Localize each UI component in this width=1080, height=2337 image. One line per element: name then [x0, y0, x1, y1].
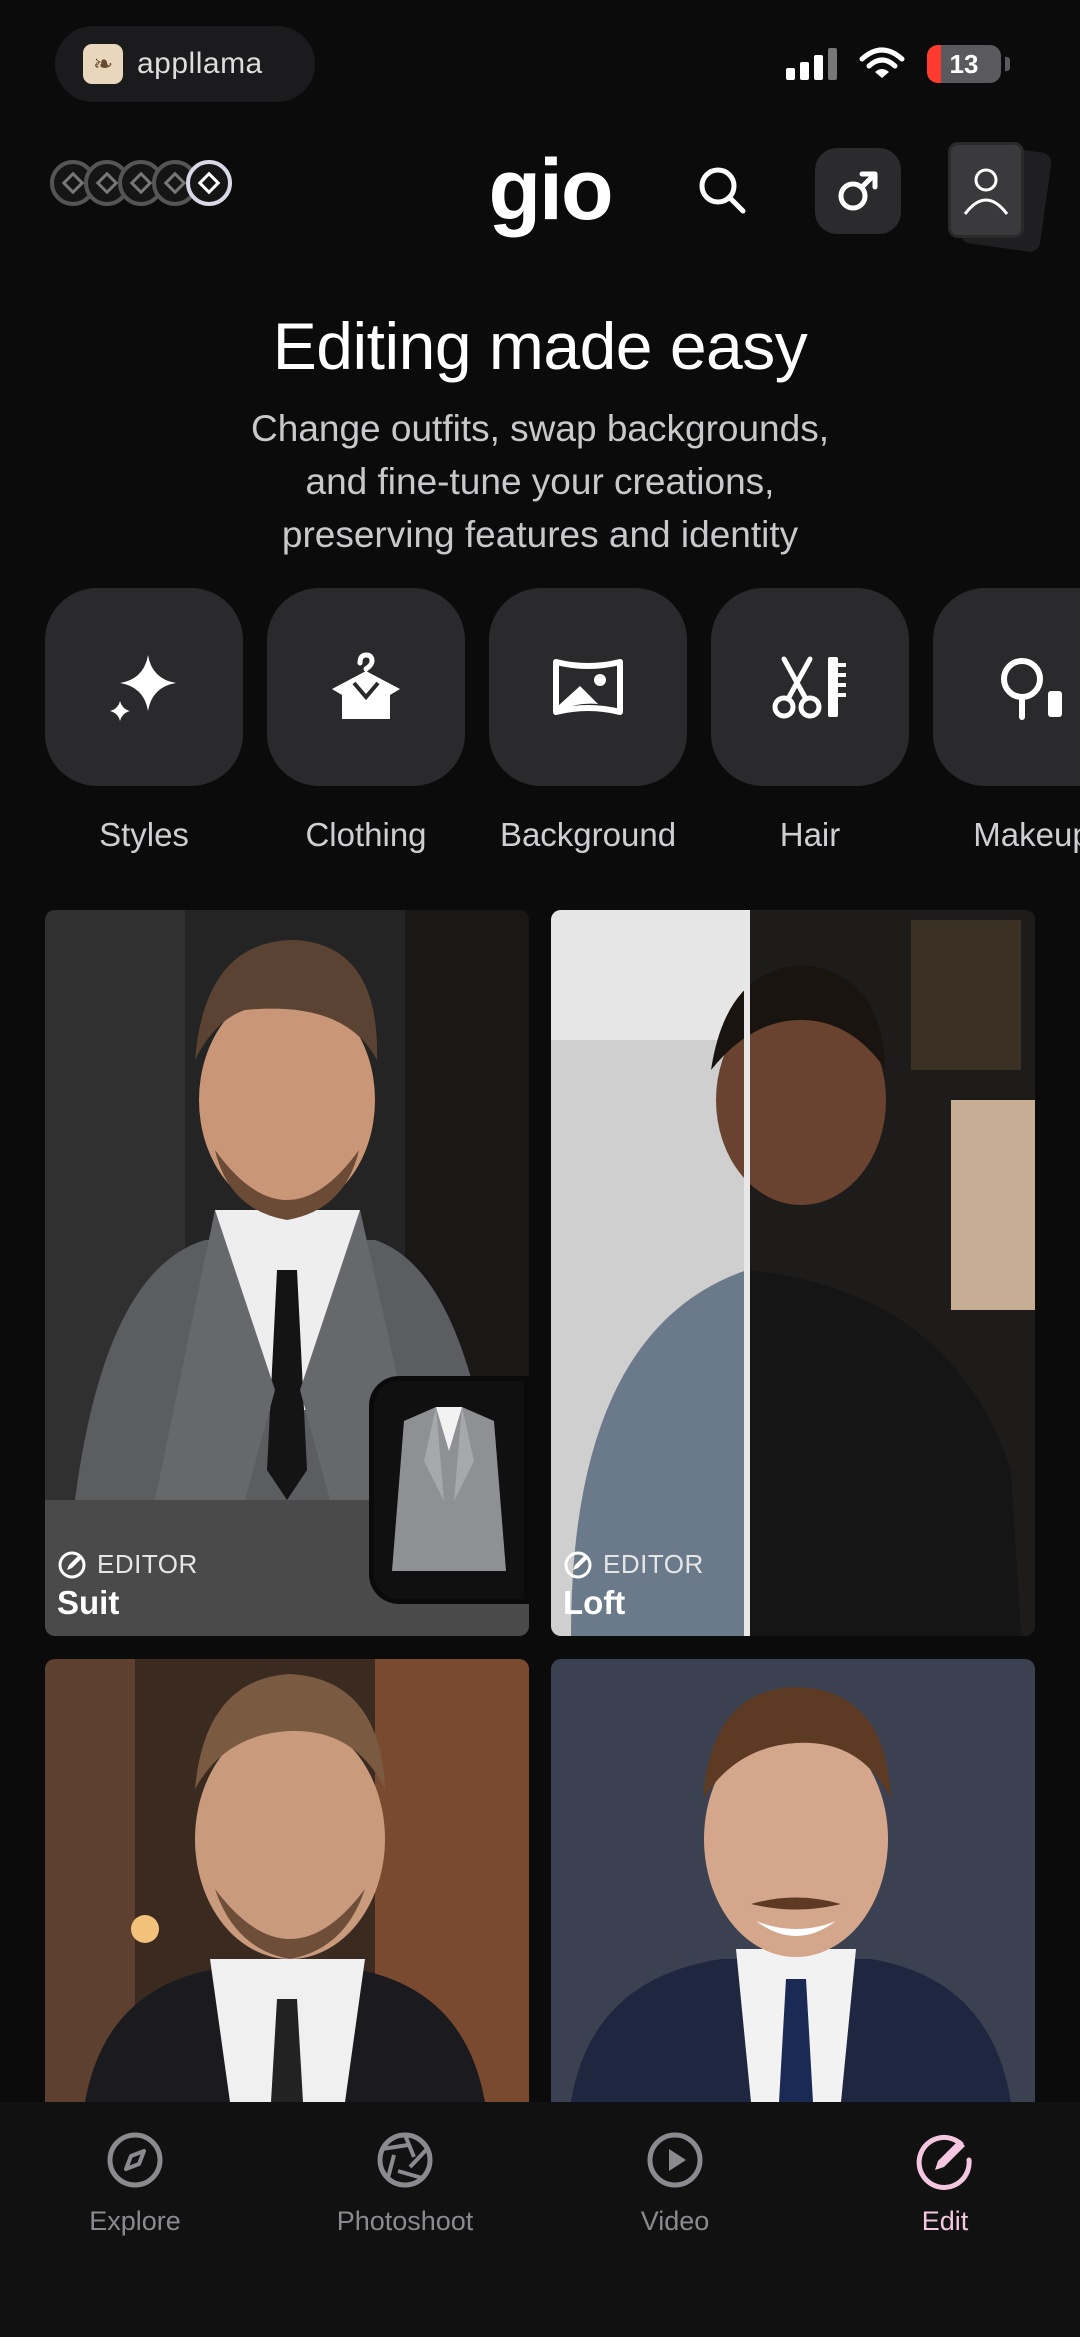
category-label: Styles	[99, 816, 189, 853]
profile-avatar-icon	[963, 168, 1009, 215]
category-makeup[interactable]: Makeup	[933, 588, 1080, 854]
battery-level: 13	[949, 48, 979, 79]
male-symbol-icon	[838, 171, 878, 211]
battery-tip	[1005, 57, 1010, 71]
nav-label: Explore	[89, 2206, 181, 2236]
gender-toggle-button[interactable]	[815, 148, 901, 234]
profile-button[interactable]	[948, 142, 1024, 238]
subtitle-line: preserving features and identity	[281, 514, 799, 555]
card-badge: EDITOR	[57, 1549, 198, 1580]
category-tile	[933, 588, 1080, 786]
nav-edit[interactable]: Edit	[810, 2102, 1080, 2337]
edit-pencil-icon	[58, 1551, 86, 1578]
category-hair[interactable]: Hair	[711, 588, 909, 854]
nav-label: Edit	[921, 2206, 969, 2236]
page-title: Editing made easy	[272, 309, 808, 383]
category-tile	[267, 588, 465, 786]
play-circle-icon	[647, 2132, 703, 2188]
nav-label: Video	[640, 2206, 710, 2236]
hanger-shirt-icon	[332, 652, 400, 719]
page-subtitle: Change outfits, swap backgrounds, and fi…	[120, 402, 960, 561]
portrait-preview-image	[45, 1659, 529, 2102]
category-row: Styles Clothing Background Hair Makeup	[45, 588, 1080, 854]
credits-indicator[interactable]	[50, 160, 232, 206]
cellular-signal-icon	[786, 48, 837, 80]
category-tile	[711, 588, 909, 786]
landscape-image-icon	[553, 659, 623, 715]
card-label: EDITOR Loft	[563, 1549, 704, 1622]
subtitle-line: and fine-tune your creations,	[305, 461, 775, 502]
compass-icon	[107, 2132, 163, 2188]
battery-indicator: 13	[927, 45, 1001, 83]
card-label: EDITOR Suit	[57, 1549, 198, 1622]
llama-logo-icon: ❧	[83, 44, 123, 84]
nav-photoshoot[interactable]: Photoshoot	[270, 2102, 540, 2337]
subtitle-line: Change outfits, swap backgrounds,	[251, 408, 829, 449]
sparkles-icon	[110, 655, 176, 721]
card-title: Loft	[563, 1584, 626, 1621]
portrait-preview-image	[551, 1659, 1035, 2102]
category-background[interactable]: Background	[489, 588, 687, 854]
edit-pencil-icon	[916, 2135, 972, 2190]
category-clothing[interactable]: Clothing	[267, 588, 465, 854]
app-switch-pill[interactable]: ❧ appllama	[55, 26, 315, 102]
card-badge: EDITOR	[563, 1549, 704, 1580]
edit-card[interactable]	[551, 1659, 1035, 2102]
category-label: Background	[499, 816, 677, 853]
category-label: Clothing	[305, 816, 427, 853]
edit-card-loft[interactable]: EDITOR Loft	[551, 910, 1035, 1636]
nav-explore[interactable]: Explore	[0, 2102, 270, 2337]
loft-preview-image	[551, 910, 1035, 1636]
credit-coin-icon	[186, 160, 232, 206]
brand-logo: gio	[488, 142, 614, 238]
search-icon	[699, 167, 746, 214]
edit-pencil-icon	[564, 1551, 592, 1578]
card-title: Suit	[57, 1584, 120, 1621]
search-button[interactable]	[690, 158, 754, 222]
makeup-icon	[1001, 658, 1062, 720]
category-label: Hair	[779, 816, 841, 853]
card-badge-text: EDITOR	[603, 1549, 704, 1579]
bottom-navigation: Explore Photoshoot Video Edit	[0, 2102, 1080, 2337]
category-tile	[489, 588, 687, 786]
card-badge-text: EDITOR	[97, 1549, 198, 1579]
category-label: Makeup	[973, 816, 1080, 853]
category-tile	[45, 588, 243, 786]
nav-label: Photoshoot	[336, 2206, 474, 2236]
aperture-icon	[377, 2132, 433, 2188]
wifi-icon	[859, 47, 905, 78]
edit-card-suit[interactable]: EDITOR Suit	[45, 910, 529, 1636]
nav-video[interactable]: Video	[540, 2102, 810, 2337]
garment-thumbnail	[369, 1376, 529, 1604]
app-badge-label: appllama	[137, 47, 263, 80]
category-styles[interactable]: Styles	[45, 588, 243, 854]
edit-card[interactable]	[45, 1659, 529, 2102]
status-indicators: 13	[786, 45, 1010, 83]
scissors-comb-icon	[772, 656, 846, 719]
